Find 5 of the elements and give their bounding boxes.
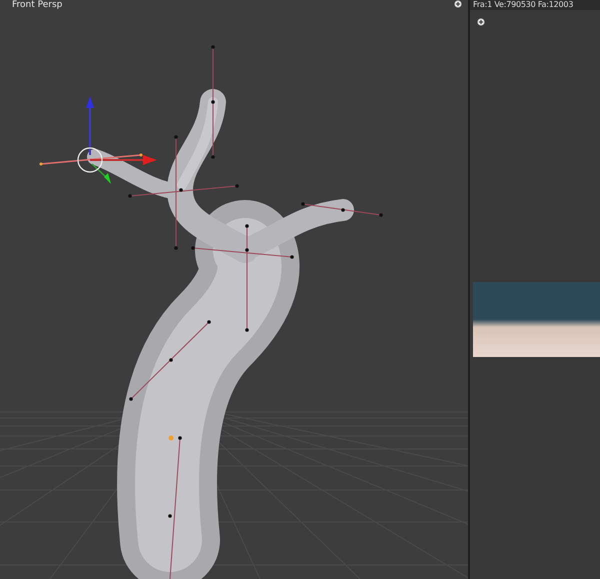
render-stats: Fra:1 Ve:790530 Fa:12003 [470, 0, 600, 10]
3d-viewport[interactable]: Front Persp [0, 0, 468, 579]
plus-icon[interactable] [454, 0, 462, 8]
view-label: Front Persp [12, 0, 62, 11]
plus-icon[interactable] [477, 18, 485, 26]
